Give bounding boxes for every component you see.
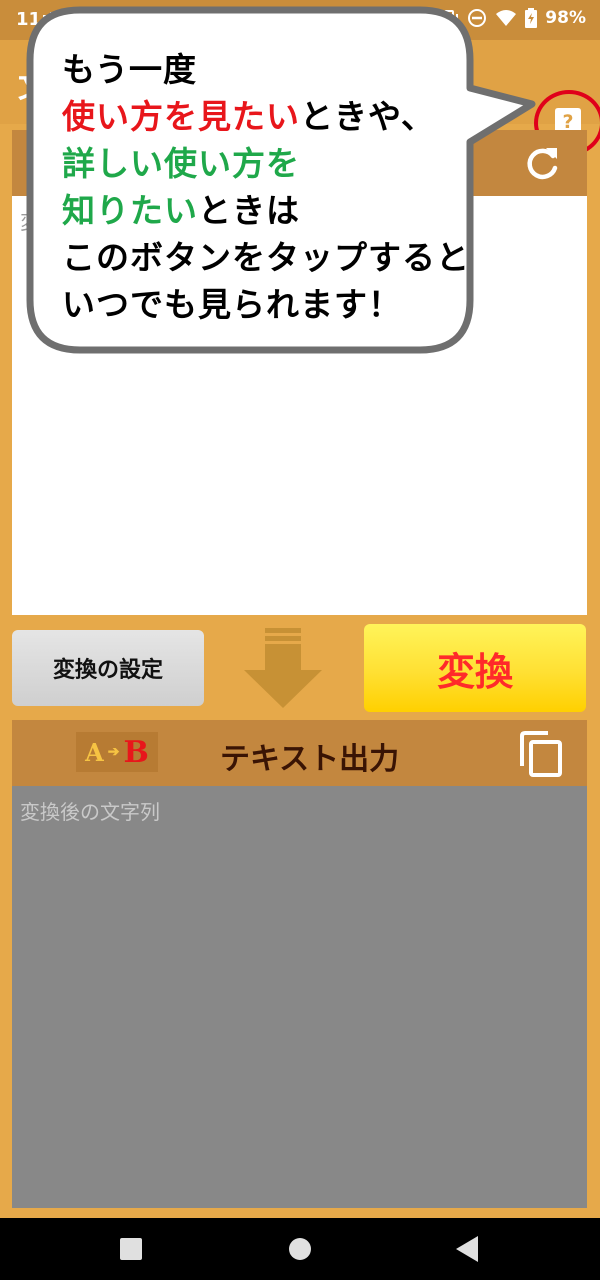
bubble-line-5: このボタンをタップすると xyxy=(62,238,470,277)
bubble-highlight-red: 使い方を見たい xyxy=(62,97,300,136)
bubble-line-1: もう一度 xyxy=(62,50,198,89)
bubble-line-3: 詳しい使い方を xyxy=(62,144,300,183)
a-to-b-badge: A ➔ B xyxy=(76,732,158,772)
output-placeholder: 変換後の文字列 xyxy=(20,800,160,824)
down-arrow-icon xyxy=(244,628,322,708)
output-panel[interactable]: A ➔ B テキスト出力 変換後の文字列 xyxy=(12,720,587,1208)
system-nav-bar xyxy=(0,1218,600,1280)
back-icon[interactable] xyxy=(456,1236,478,1262)
badge-b: B xyxy=(123,734,149,770)
home-icon[interactable] xyxy=(289,1238,311,1260)
bubble-line-2: 使い方を見たいときや、 xyxy=(62,93,470,140)
output-panel-header: A ➔ B テキスト出力 xyxy=(12,720,587,786)
bubble-line-6: いつでも見られます！ xyxy=(62,285,402,324)
bubble-line-4: 知りたいときは xyxy=(62,187,470,234)
copy-icon[interactable] xyxy=(518,730,564,778)
bubble-highlight-green: 知りたい xyxy=(62,191,198,230)
arrow-right-icon: ➔ xyxy=(107,744,120,760)
output-title: テキスト出力 xyxy=(220,742,400,777)
bubble-line-4-tail: ときは xyxy=(198,191,300,230)
settings-button[interactable]: 変換の設定 xyxy=(12,630,204,706)
recents-icon[interactable] xyxy=(120,1238,142,1260)
bubble-text: もう一度 使い方を見たいときや、 詳しい使い方を 知りたいときは このボタンをタ… xyxy=(62,46,470,328)
convert-button[interactable]: 変換 xyxy=(364,624,586,712)
badge-a: A xyxy=(85,737,104,767)
bubble-line-2-tail: ときや、 xyxy=(300,97,436,136)
